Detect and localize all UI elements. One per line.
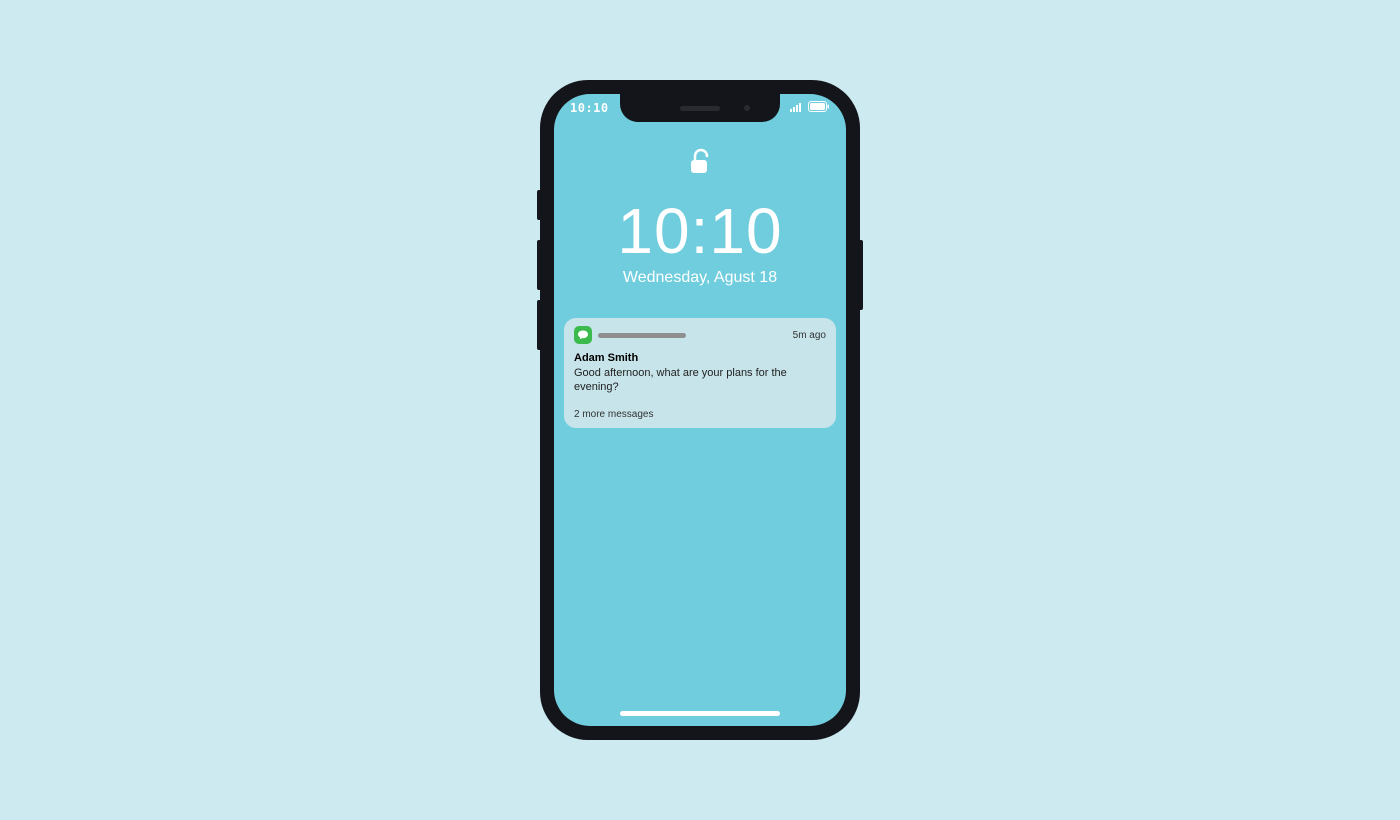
front-camera <box>744 105 750 111</box>
battery-icon <box>808 101 830 115</box>
lockscreen-date: Wednesday, Agust 18 <box>623 269 777 287</box>
notification-sender: Adam Smith <box>574 352 826 364</box>
notch <box>620 94 780 122</box>
notification-app-placeholder <box>598 333 686 338</box>
notification-more: 2 more messages <box>574 409 826 420</box>
silent-switch[interactable] <box>537 190 540 220</box>
phone-frame: 10:10 <box>540 80 860 740</box>
volume-up-button[interactable] <box>537 240 540 290</box>
lockscreen-time: 10:10 <box>617 199 782 263</box>
volume-down-button[interactable] <box>537 300 540 350</box>
lock-screen-header: 10:10 Wednesday, Agust 18 <box>554 146 846 287</box>
cellular-icon <box>790 101 804 115</box>
power-button[interactable] <box>860 240 863 310</box>
notification-body: Good afternoon, what are your plans for … <box>574 366 826 395</box>
unlock-icon <box>685 146 715 181</box>
messages-app-icon <box>574 326 592 344</box>
screen[interactable]: 10:10 <box>554 94 846 726</box>
speaker <box>680 106 720 111</box>
notification-time: 5m ago <box>793 330 826 341</box>
notification-header: 5m ago <box>574 326 826 344</box>
home-indicator[interactable] <box>620 711 780 716</box>
notification-card[interactable]: 5m ago Adam Smith Good afternoon, what a… <box>564 318 836 428</box>
